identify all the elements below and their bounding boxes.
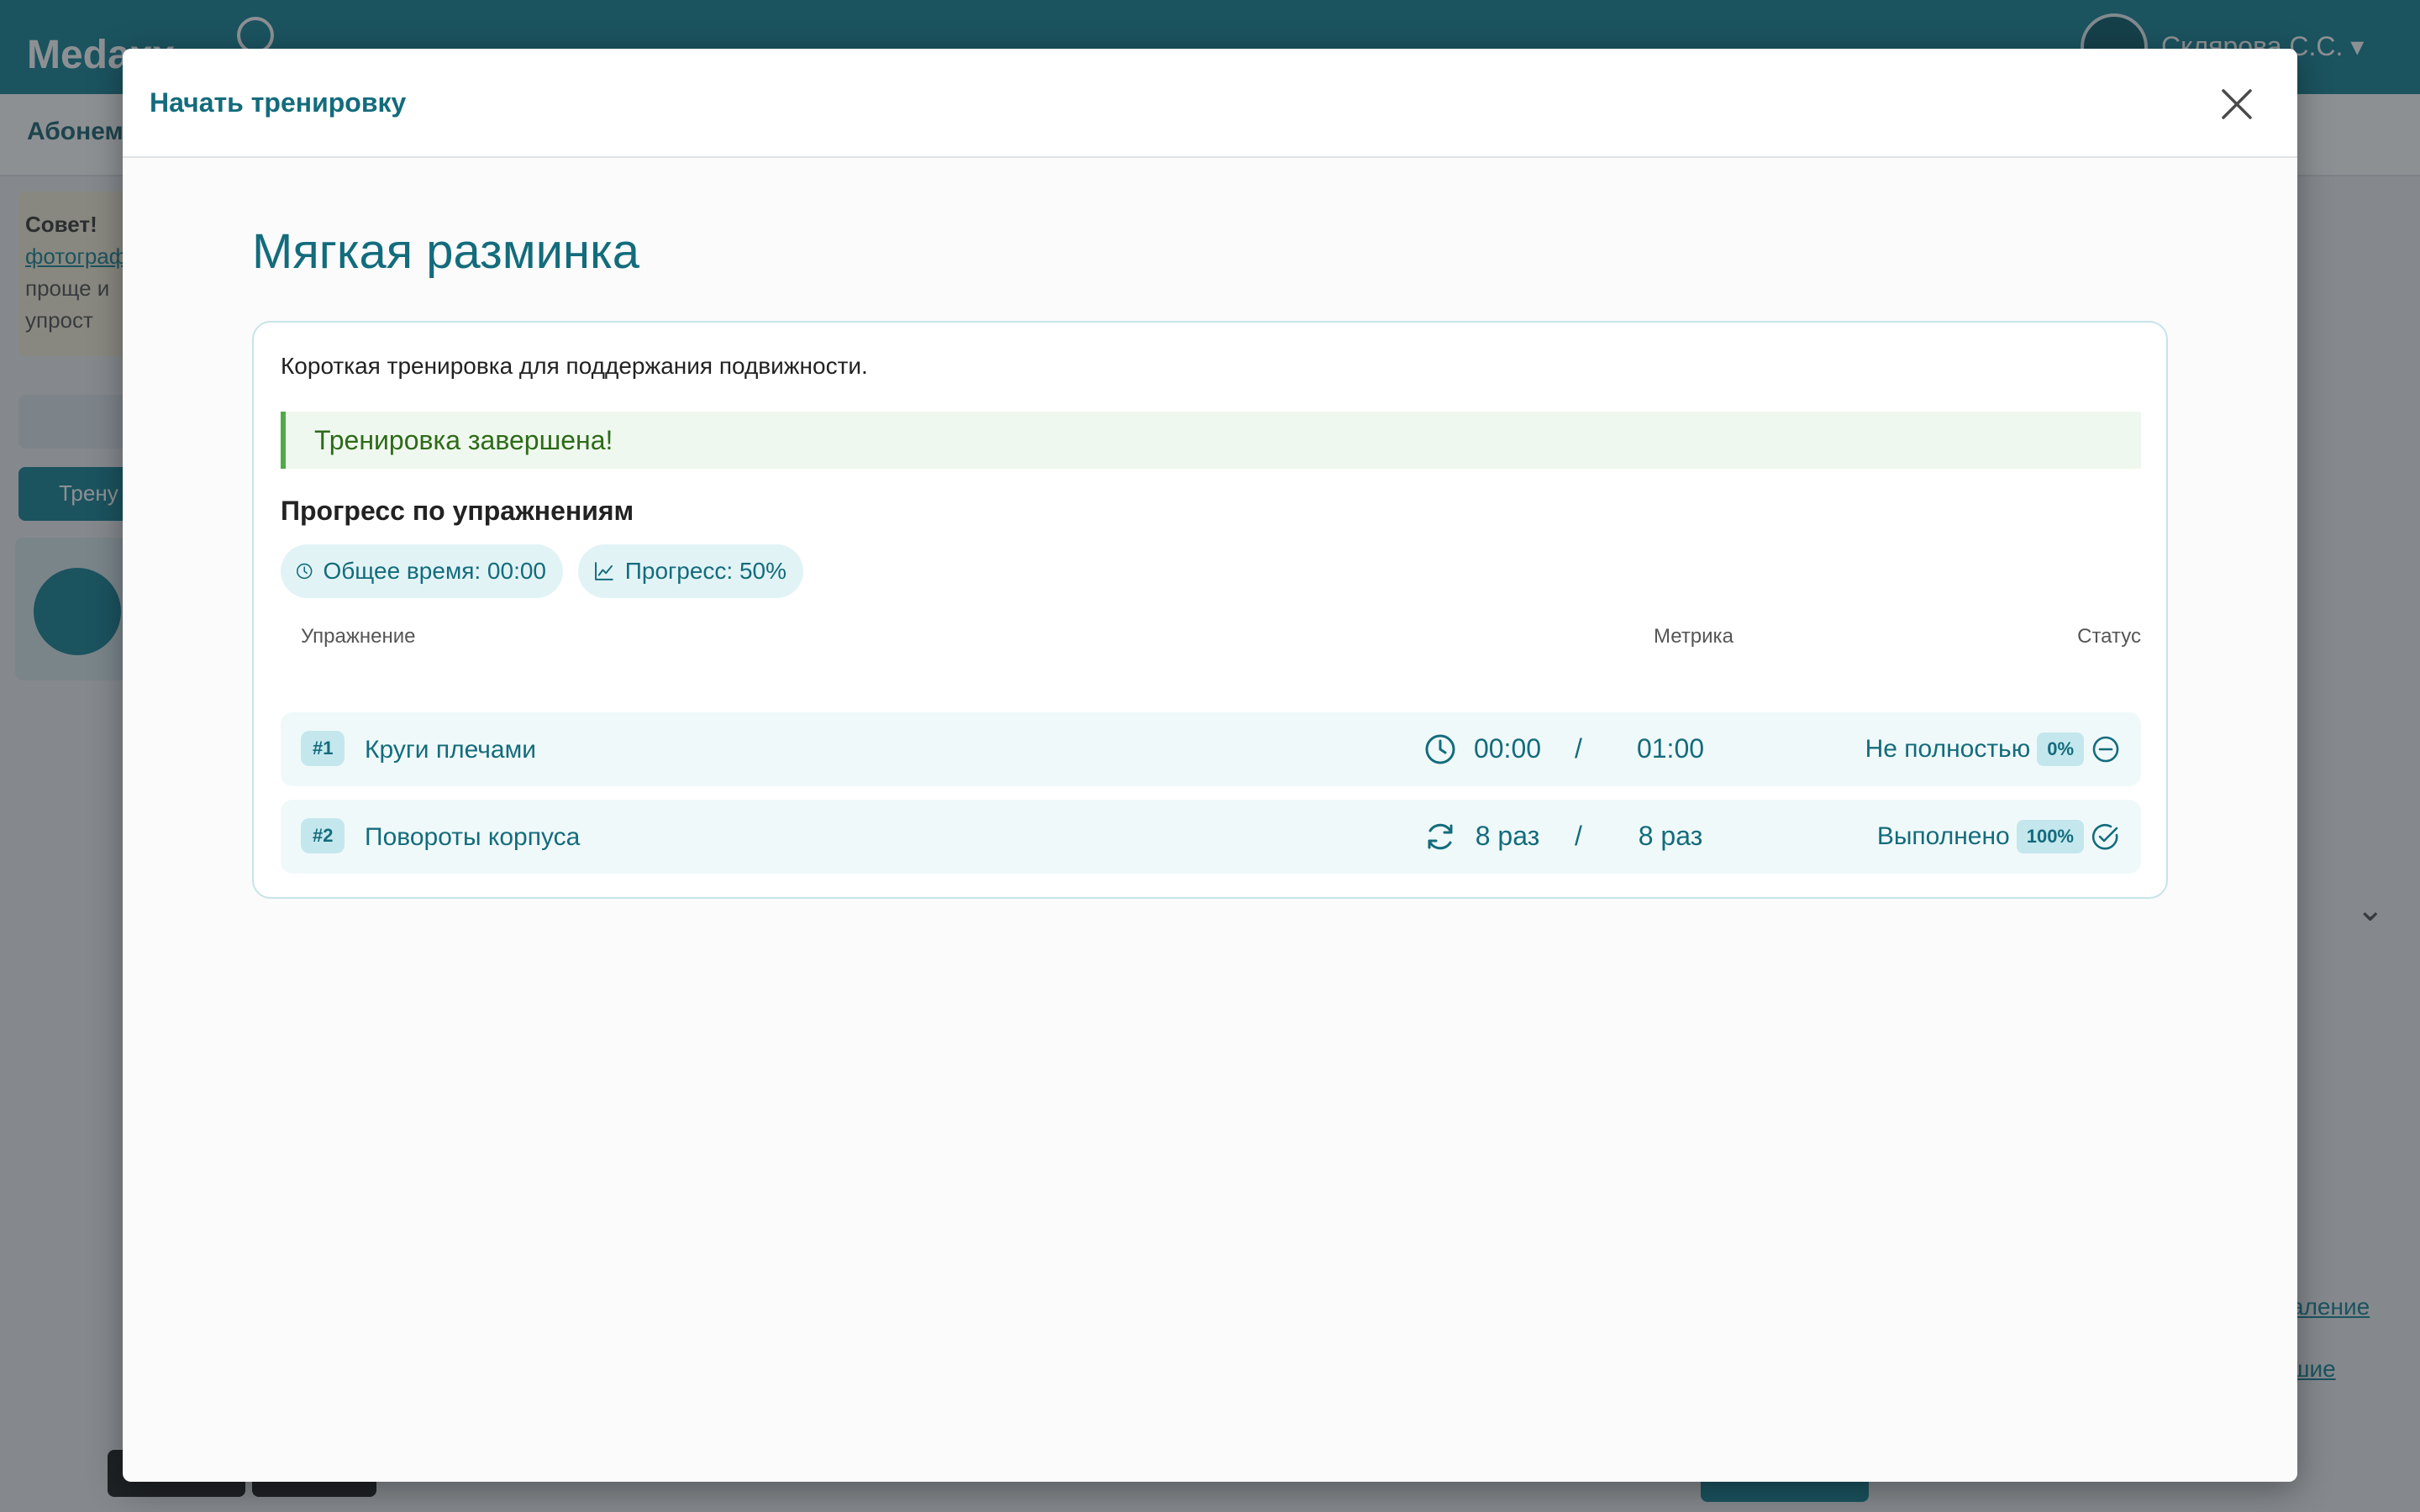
modal-header: Начать тренировку — [123, 49, 2297, 158]
total-time-chip: Общее время: 00:00 — [281, 544, 563, 598]
exercise-name: Круги плечами — [365, 736, 536, 764]
column-header-status: Статус — [2077, 625, 2141, 648]
metric-separator: / — [1575, 821, 1582, 851]
exercise-status: Выполнено 100% — [1877, 816, 2121, 857]
close-button[interactable] — [2215, 82, 2259, 126]
exercise-percent-badge: 0% — [2037, 732, 2084, 766]
workout-card: Короткая тренировка для поддержания подв… — [252, 321, 2168, 899]
completion-alert-text: Тренировка завершена! — [314, 425, 613, 455]
clock-icon — [1425, 734, 1455, 764]
repeat-icon — [1428, 823, 1453, 850]
workout-title: Мягкая разминка — [252, 224, 639, 279]
exercise-status-label: Не полностью — [1865, 735, 2031, 763]
exercise-percent-badge: 100% — [2016, 820, 2084, 853]
exercise-name: Повороты корпуса — [365, 823, 581, 851]
metric-separator: / — [1575, 733, 1582, 764]
exercise-target-value: 01:00 — [1636, 733, 1705, 764]
close-icon — [2222, 89, 2252, 119]
completion-alert: Тренировка завершена! — [281, 412, 2141, 469]
check-circle-icon — [2091, 823, 2118, 850]
exercise-done-value: 00:00 — [1473, 733, 1542, 764]
exercise-number-badge: #1 — [301, 731, 345, 766]
exercise-row: #1 Круги плечами 00:00 / 01:00 Не полнос… — [281, 712, 2141, 786]
progress-label: Прогресс: 50% — [624, 558, 786, 584]
progress-heading: Прогресс по упражнениям — [281, 496, 634, 526]
minus-circle-icon — [2092, 736, 2119, 763]
clock-icon — [297, 563, 313, 580]
workout-description: Короткая тренировка для поддержания подв… — [281, 353, 868, 379]
exercise-row: #2 Повороты корпуса 8 раз / 8 раз Выполн… — [281, 800, 2141, 874]
progress-chip: Прогресс: 50% — [578, 544, 803, 598]
exercise-target-value: 8 раз — [1638, 821, 1703, 851]
total-time-label: Общее время: 00:00 — [323, 558, 546, 584]
column-header-metric: Метрика — [1654, 625, 1733, 648]
start-workout-modal: Начать тренировку Мягкая разминка Коротк… — [123, 49, 2297, 1482]
exercise-number-badge: #2 — [301, 818, 345, 853]
exercise-status-label: Выполнено — [1876, 822, 2010, 850]
exercise-done-value: 8 раз — [1475, 821, 1540, 851]
column-header-exercise: Упражнение — [301, 625, 416, 648]
exercise-status: Не полностью 0% — [1865, 729, 2121, 769]
trending-up-icon — [595, 562, 613, 580]
modal-title: Начать тренировку — [150, 87, 407, 118]
